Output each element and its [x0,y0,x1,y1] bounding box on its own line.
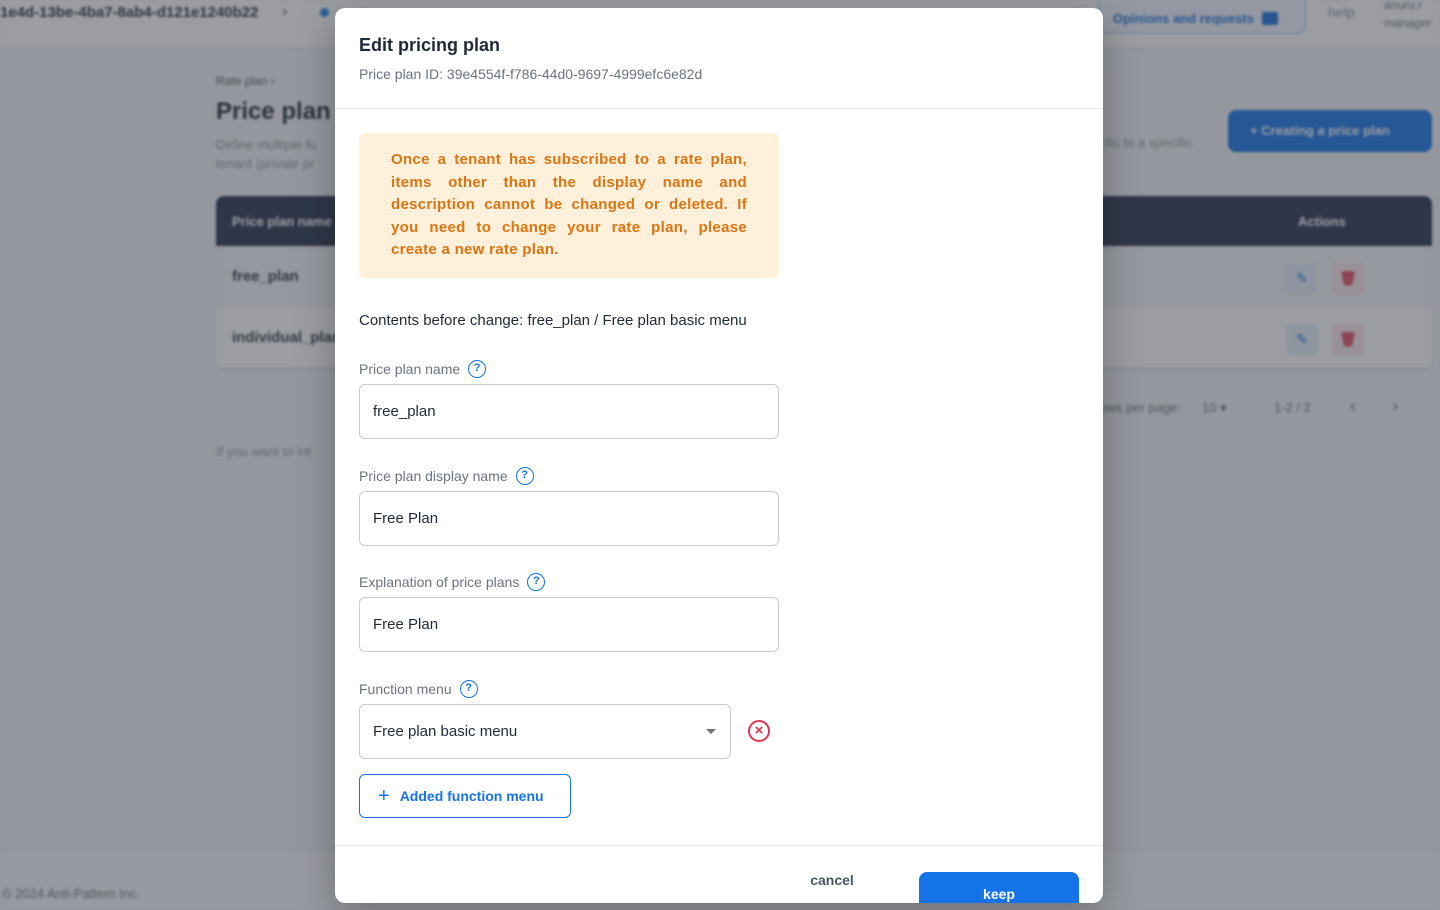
explanation-input[interactable]: Free Plan [359,597,779,652]
keep-button[interactable]: keep [919,872,1079,903]
dialog-footer: cancel keep [335,845,1103,903]
edit-pricing-plan-dialog: Edit pricing plan Price plan ID: 39e4554… [335,8,1103,903]
plus-icon: + [378,785,390,807]
help-icon[interactable]: ? [515,467,534,485]
function-menu-value: Free plan basic menu [373,723,518,740]
explanation-value: Free Plan [373,616,439,633]
help-icon[interactable]: ? [468,360,487,378]
remove-function-menu-icon[interactable]: × [748,720,770,742]
plan-name-value: free_plan [373,403,436,420]
help-icon[interactable]: ? [459,680,478,698]
add-function-menu-label: Added function menu [399,788,544,804]
display-name-label: Price plan display name ? [359,467,534,485]
function-menu-label: Function menu ? [359,680,478,698]
display-name-input[interactable]: Free Plan [359,491,779,546]
cancel-button[interactable]: cancel [782,872,882,888]
dialog-header: Edit pricing plan Price plan ID: 39e4554… [335,8,1103,109]
function-menu-label-text: Function menu [359,681,452,697]
dialog-title: Edit pricing plan [359,35,501,55]
chevron-down-icon [706,729,716,734]
explanation-label: Explanation of price plans ? [359,573,546,591]
function-menu-select[interactable]: Free plan basic menu [359,704,731,759]
display-name-label-text: Price plan display name [359,468,508,484]
contents-before-change: Contents before change: free_plan / Free… [359,312,747,329]
plan-name-label: Price plan name ? [359,360,487,378]
price-plan-id: Price plan ID: 39e4554f-f786-44d0-9697-4… [359,66,703,82]
warning-banner: Once a tenant has subscribed to a rate p… [359,133,779,278]
plan-name-label-text: Price plan name [359,361,461,377]
display-name-value: Free Plan [373,510,439,527]
add-function-menu-button[interactable]: + Added function menu [359,774,571,818]
explanation-label-text: Explanation of price plans [359,574,520,590]
plan-name-input[interactable]: free_plan [359,384,779,439]
help-icon[interactable]: ? [527,573,546,591]
